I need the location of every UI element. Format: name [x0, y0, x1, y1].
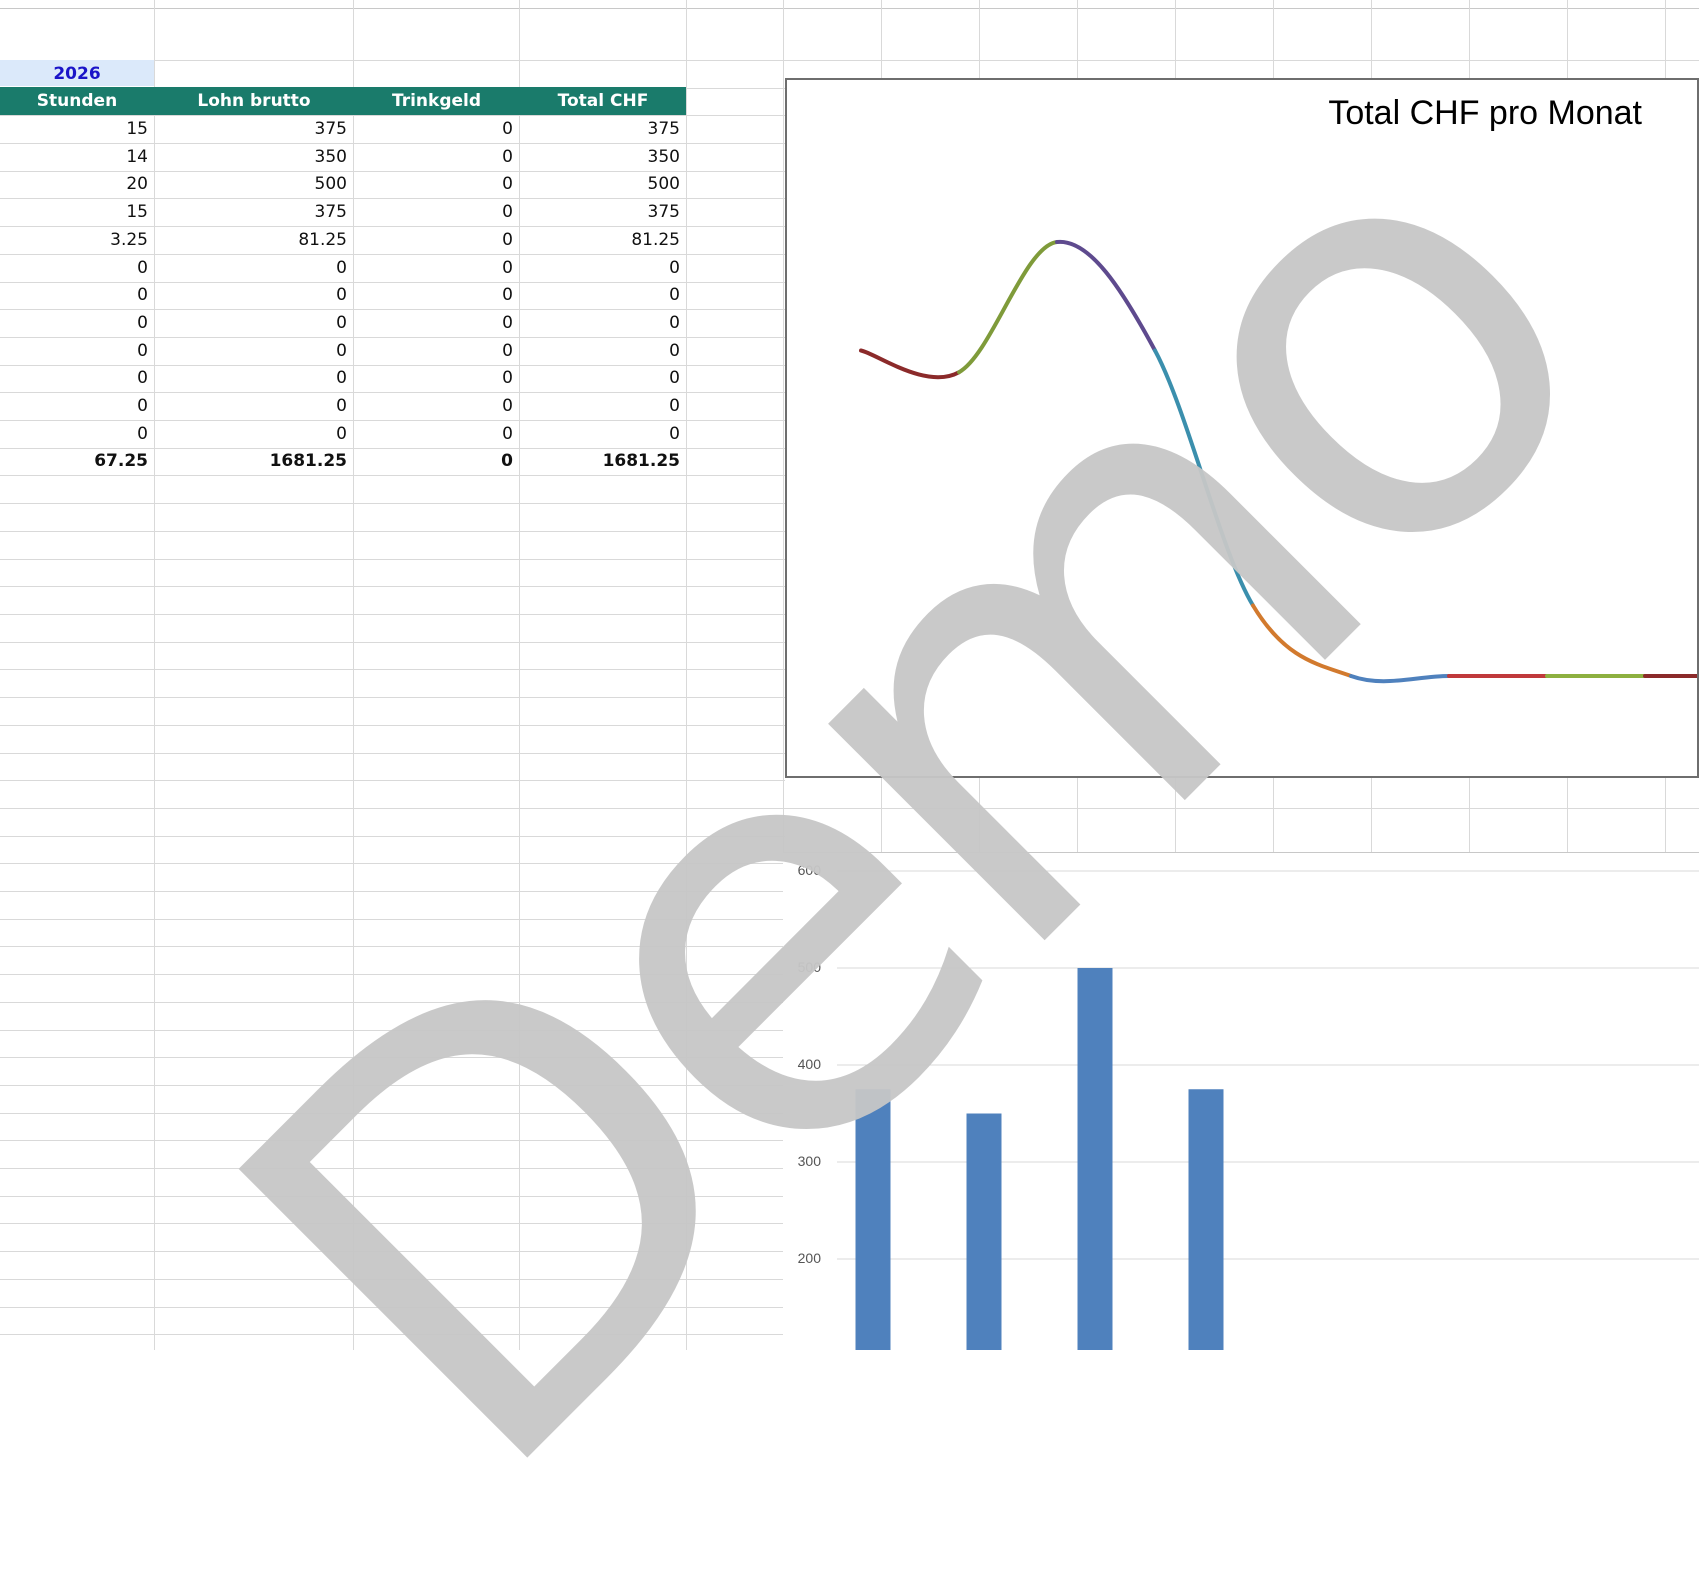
cell-total-chf[interactable]: 0 [520, 309, 686, 337]
cell-lohn-brutto[interactable]: 0 [155, 364, 353, 392]
cell-lohn-brutto[interactable]: 0 [155, 254, 353, 282]
cell-lohn-brutto[interactable]: 375 [155, 115, 353, 143]
line-segment-4 [1153, 348, 1255, 608]
line-segment-1 [859, 348, 961, 380]
cell-total-chf[interactable]: 0 [520, 420, 686, 448]
bar-4 [1188, 1089, 1224, 1350]
bar-1 [855, 1089, 891, 1350]
cell-stunden[interactable]: 3.25 [0, 226, 154, 254]
cell-total-chf[interactable]: 350 [520, 143, 686, 171]
bar-2 [966, 1113, 1002, 1350]
line-chart-plot [859, 239, 1697, 684]
y-tick-label: 400 [797, 1056, 821, 1072]
total-cell-trinkgeld[interactable]: 0 [354, 447, 519, 475]
cell-stunden[interactable]: 0 [0, 337, 154, 365]
cell-stunden[interactable]: 15 [0, 115, 154, 143]
cell-total-chf[interactable]: 0 [520, 364, 686, 392]
cell-lohn-brutto[interactable]: 0 [155, 392, 353, 420]
y-tick-label: 200 [797, 1250, 821, 1266]
y-tick-label: 500 [797, 959, 821, 975]
cell-total-chf[interactable]: 0 [520, 337, 686, 365]
cell-trinkgeld[interactable]: 0 [354, 226, 519, 254]
cell-stunden[interactable]: 0 [0, 420, 154, 448]
cell-lohn-brutto[interactable]: 500 [155, 170, 353, 198]
column-header-lohn-brutto[interactable]: Lohn brutto [155, 87, 353, 115]
line-chart-title: Total CHF pro Monat [1328, 94, 1642, 132]
total-cell-stunden[interactable]: 67.25 [0, 447, 154, 475]
cell-total-chf[interactable]: 375 [520, 198, 686, 226]
cell-stunden[interactable]: 0 [0, 309, 154, 337]
cell-lohn-brutto[interactable]: 81.25 [155, 226, 353, 254]
cell-trinkgeld[interactable]: 0 [354, 420, 519, 448]
line-segment-6 [1349, 674, 1451, 684]
cell-total-chf[interactable]: 0 [520, 254, 686, 282]
cell-lohn-brutto[interactable]: 0 [155, 337, 353, 365]
cell-stunden[interactable]: 0 [0, 364, 154, 392]
bar-chart-plot [837, 870, 1699, 1350]
year-cell[interactable]: 2026 [0, 60, 154, 86]
cell-trinkgeld[interactable]: 0 [354, 115, 519, 143]
cell-trinkgeld[interactable]: 0 [354, 281, 519, 309]
cell-trinkgeld[interactable]: 0 [354, 254, 519, 282]
cell-stunden[interactable]: 0 [0, 281, 154, 309]
cell-total-chf[interactable]: 375 [520, 115, 686, 143]
cell-total-chf[interactable]: 500 [520, 170, 686, 198]
y-tick-label: 300 [797, 1153, 821, 1169]
line-segment-5 [1251, 603, 1353, 678]
cell-trinkgeld[interactable]: 0 [354, 364, 519, 392]
total-cell-total-chf[interactable]: 1681.25 [520, 447, 686, 475]
cell-lohn-brutto[interactable]: 375 [155, 198, 353, 226]
cell-trinkgeld[interactable]: 0 [354, 337, 519, 365]
cell-trinkgeld[interactable]: 0 [354, 309, 519, 337]
cell-total-chf[interactable]: 0 [520, 281, 686, 309]
column-header-trinkgeld[interactable]: Trinkgeld [354, 87, 519, 115]
cell-lohn-brutto[interactable]: 0 [155, 309, 353, 337]
cell-total-chf[interactable]: 0 [520, 392, 686, 420]
line-segment-2 [957, 240, 1059, 375]
cell-stunden[interactable]: 15 [0, 198, 154, 226]
line-segment-3 [1055, 239, 1157, 353]
cell-stunden[interactable]: 20 [0, 170, 154, 198]
column-header-total-chf[interactable]: Total CHF [520, 87, 686, 115]
bar-chart[interactable]: 600 500 400 300 200 [783, 853, 1699, 1350]
cell-stunden[interactable]: 0 [0, 254, 154, 282]
total-cell-lohn-brutto[interactable]: 1681.25 [155, 447, 353, 475]
cell-stunden[interactable]: 14 [0, 143, 154, 171]
bar-3 [1077, 968, 1113, 1350]
cell-lohn-brutto[interactable]: 350 [155, 143, 353, 171]
cell-lohn-brutto[interactable]: 0 [155, 420, 353, 448]
cell-trinkgeld[interactable]: 0 [354, 143, 519, 171]
cell-trinkgeld[interactable]: 0 [354, 198, 519, 226]
line-chart[interactable]: Total CHF pro Monat [785, 78, 1699, 778]
cell-stunden[interactable]: 0 [0, 392, 154, 420]
cell-trinkgeld[interactable]: 0 [354, 170, 519, 198]
cell-trinkgeld[interactable]: 0 [354, 392, 519, 420]
cell-total-chf[interactable]: 81.25 [520, 226, 686, 254]
cell-lohn-brutto[interactable]: 0 [155, 281, 353, 309]
column-header-stunden[interactable]: Stunden [0, 87, 154, 115]
y-tick-label: 600 [797, 862, 821, 878]
